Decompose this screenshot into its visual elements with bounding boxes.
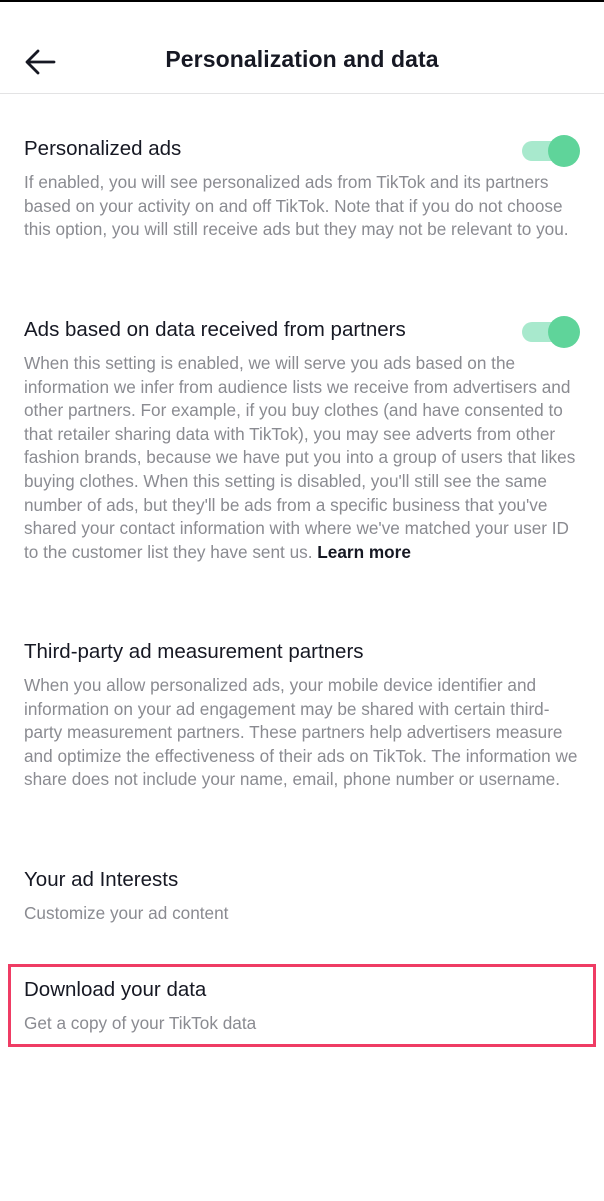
personalized-ads-toggle[interactable] [522,135,580,167]
description-text: When this setting is enabled, we will se… [24,353,576,562]
setting-description: When you allow personalized ads, your mo… [24,675,578,790]
page-title: Personalization and data [165,46,439,72]
setting-description: If enabled, you will see personalized ad… [24,172,569,240]
setting-title: Third-party ad measurement partners [24,640,364,663]
setting-description: When this setting is enabled, we will se… [24,352,580,564]
setting-title: Ads based on data received from partners [24,318,406,341]
nav-header: Personalization and data [0,2,604,94]
setting-title: Your ad Interests [24,868,179,891]
setting-description: Customize your ad content [24,903,229,923]
setting-description: Get a copy of your TikTok data [24,1013,257,1033]
toggle-knob [548,135,580,167]
setting-title: Personalized ads [24,137,182,160]
setting-partner-ads: Ads based on data received from partners… [24,316,580,564]
learn-more-link[interactable]: Learn more [317,542,411,562]
setting-title: Download your data [24,978,207,1001]
setting-download-data[interactable]: Download your data Get a copy of your Ti… [24,976,580,1036]
setting-personalized-ads: Personalized ads If enabled, you will se… [24,135,580,242]
setting-ad-interests[interactable]: Your ad Interests Customize your ad cont… [24,866,580,926]
setting-third-party-partners[interactable]: Third-party ad measurement partners When… [24,638,580,792]
toggle-knob [548,316,580,348]
partner-ads-toggle[interactable] [522,316,580,348]
